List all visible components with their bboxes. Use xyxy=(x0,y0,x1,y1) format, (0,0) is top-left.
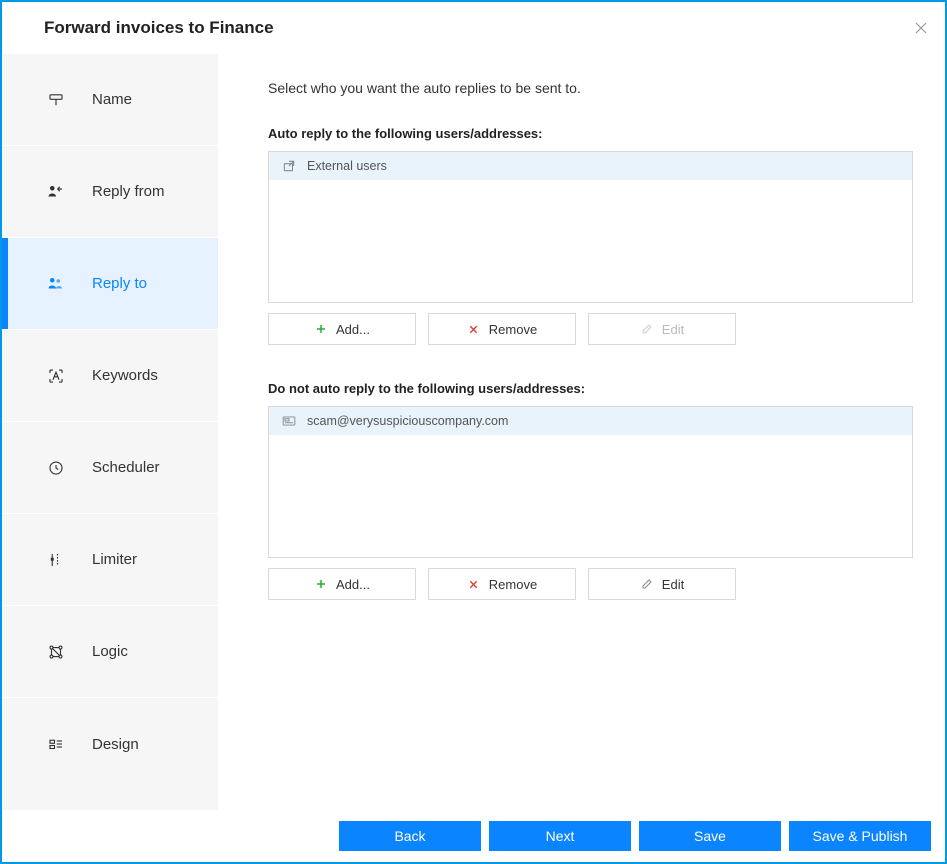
save-publish-button[interactable]: Save & Publish xyxy=(789,821,931,851)
dialog-body: Name Reply from xyxy=(2,54,945,810)
reply-from-icon xyxy=(46,182,66,202)
keywords-icon xyxy=(46,366,66,386)
list-item-label: scam@verysuspiciouscompany.com xyxy=(307,414,508,428)
sidebar-item-label: Reply from xyxy=(92,183,165,200)
list-item-label: External users xyxy=(307,159,387,173)
remove-button[interactable]: Remove xyxy=(428,568,576,600)
add-button[interactable]: Add... xyxy=(268,568,416,600)
pencil-icon xyxy=(640,322,654,336)
edit-button[interactable]: Edit xyxy=(588,568,736,600)
design-icon xyxy=(46,734,66,754)
include-listbox[interactable]: External users xyxy=(268,151,913,303)
x-icon xyxy=(467,322,481,336)
back-button[interactable]: Back xyxy=(339,821,481,851)
plus-icon xyxy=(314,577,328,591)
next-button[interactable]: Next xyxy=(489,821,631,851)
sidebar-item-name[interactable]: Name xyxy=(2,54,218,146)
limiter-icon xyxy=(46,550,66,570)
sidebar-item-label: Keywords xyxy=(92,367,158,384)
x-icon xyxy=(467,577,481,591)
sidebar-item-label: Logic xyxy=(92,643,128,660)
close-button[interactable] xyxy=(909,16,933,40)
sidebar-item-design[interactable]: Design xyxy=(2,698,218,790)
intro-text: Select who you want the auto replies to … xyxy=(268,80,913,96)
sidebar-item-label: Reply to xyxy=(92,275,147,292)
pencil-icon xyxy=(640,577,654,591)
clock-icon xyxy=(46,458,66,478)
sidebar-item-label: Design xyxy=(92,736,139,753)
sidebar-item-scheduler[interactable]: Scheduler xyxy=(2,422,218,514)
pin-icon xyxy=(46,90,66,110)
remove-button[interactable]: Remove xyxy=(428,313,576,345)
exclude-listbox[interactable]: scam@verysuspiciouscompany.com xyxy=(268,406,913,558)
button-label: Remove xyxy=(489,577,537,592)
button-label: Edit xyxy=(662,322,684,337)
email-icon xyxy=(281,413,297,429)
sidebar-item-keywords[interactable]: Keywords xyxy=(2,330,218,422)
dialog-title: Forward invoices to Finance xyxy=(44,18,274,38)
exclude-button-row: Add... Remove Edit xyxy=(268,568,913,600)
sidebar-item-logic[interactable]: Logic xyxy=(2,606,218,698)
exclude-section-label: Do not auto reply to the following users… xyxy=(268,381,913,396)
include-section-label: Auto reply to the following users/addres… xyxy=(268,126,913,141)
titlebar: Forward invoices to Finance xyxy=(2,2,945,54)
plus-icon xyxy=(314,322,328,336)
footer: Back Next Save Save & Publish xyxy=(2,810,945,862)
dialog-window: Forward invoices to Finance Name xyxy=(0,0,947,864)
button-label: Remove xyxy=(489,322,537,337)
sidebar: Name Reply from xyxy=(2,54,218,810)
close-icon xyxy=(913,20,929,36)
save-button[interactable]: Save xyxy=(639,821,781,851)
main-panel: Select who you want the auto replies to … xyxy=(218,54,945,810)
add-button[interactable]: Add... xyxy=(268,313,416,345)
sidebar-item-label: Limiter xyxy=(92,551,137,568)
include-button-row: Add... Remove Edit xyxy=(268,313,913,345)
sidebar-item-limiter[interactable]: Limiter xyxy=(2,514,218,606)
list-item[interactable]: scam@verysuspiciouscompany.com xyxy=(269,407,912,435)
logic-icon xyxy=(46,642,66,662)
list-item[interactable]: External users xyxy=(269,152,912,180)
sidebar-item-replyto[interactable]: Reply to xyxy=(2,238,218,330)
sidebar-item-label: Scheduler xyxy=(92,459,160,476)
reply-to-icon xyxy=(46,274,66,294)
button-label: Add... xyxy=(336,577,370,592)
button-label: Add... xyxy=(336,322,370,337)
button-label: Edit xyxy=(662,577,684,592)
external-users-icon xyxy=(281,158,297,174)
edit-button: Edit xyxy=(588,313,736,345)
sidebar-item-label: Name xyxy=(92,91,132,108)
sidebar-item-replyfrom[interactable]: Reply from xyxy=(2,146,218,238)
